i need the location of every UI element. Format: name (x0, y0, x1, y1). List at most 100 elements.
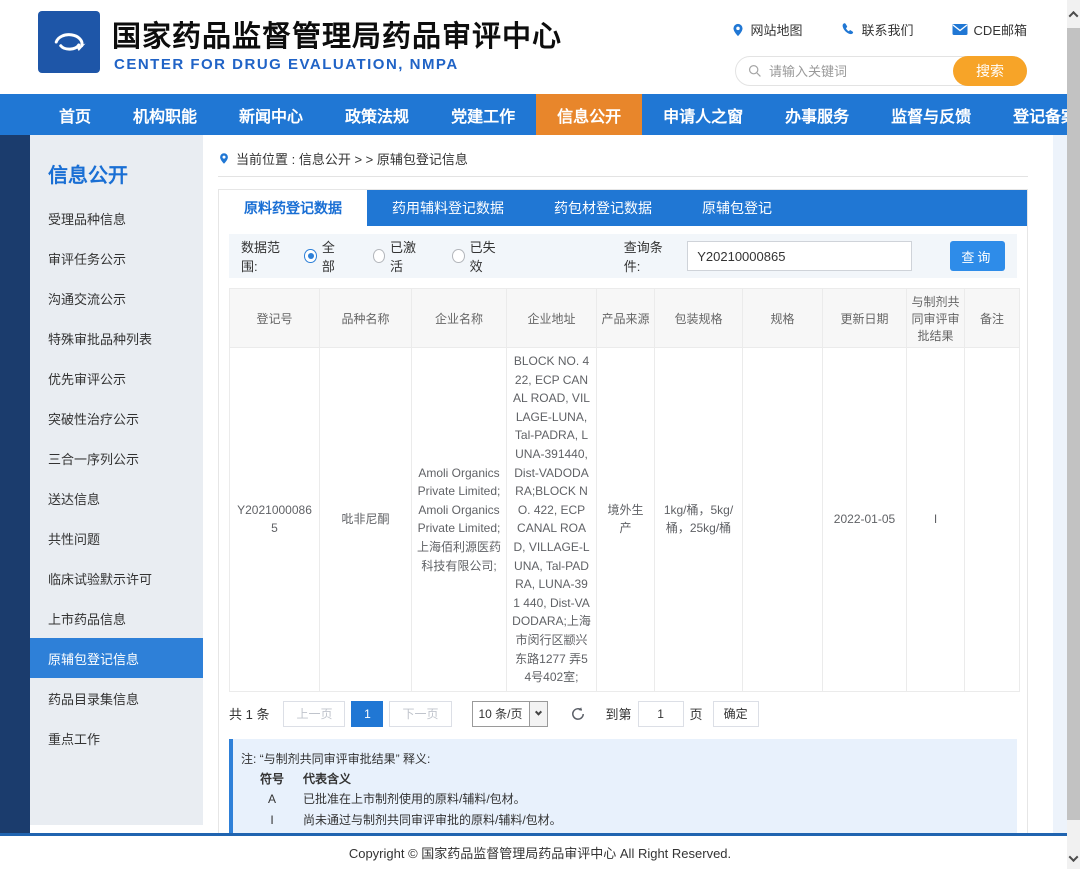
nav-item-supervision[interactable]: 监督与反馈 (870, 94, 992, 135)
sidebar-item-review-tasks[interactable]: 审评任务公示 (30, 238, 203, 278)
scroll-up-arrow[interactable] (1067, 6, 1080, 23)
goto-label: 到第 (606, 704, 632, 723)
registration-table: 登记号 品种名称 企业名称 企业地址 产品来源 包装规格 规格 更新日期 与制剂… (229, 288, 1020, 692)
col-product-source: 产品来源 (597, 289, 655, 348)
search-input[interactable] (769, 64, 949, 79)
swan-logo-icon (45, 18, 93, 66)
main-nav: 首页 机构职能 新闻中心 政策法规 党建工作 信息公开 申请人之窗 办事服务 监… (0, 94, 1067, 135)
sidebar-item-communication[interactable]: 沟通交流公示 (30, 278, 203, 318)
nav-item-news[interactable]: 新闻中心 (218, 94, 324, 135)
tab-api-registration[interactable]: 原料药登记数据 (219, 190, 367, 226)
radio-activated-label: 已激活 (390, 237, 424, 275)
col-joint-review-result: 与制剂共同审评审批结果 (907, 289, 965, 348)
main-region: 信息公开 受理品种信息 审评任务公示 沟通交流公示 特殊审批品种列表 优先审评公… (0, 135, 1067, 833)
query-input[interactable] (687, 241, 912, 271)
nav-item-party[interactable]: 党建工作 (430, 94, 536, 135)
nav-item-applicant[interactable]: 申请人之窗 (642, 94, 764, 135)
tab-raw-excipient-packaging[interactable]: 原辅包登记 (677, 190, 797, 226)
sidebar-item-accepted-products[interactable]: 受理品种信息 (30, 198, 203, 238)
site-header: 国家药品监督管理局药品审评中心 CENTER FOR DRUG EVALUATI… (0, 0, 1067, 94)
col-reg-no: 登记号 (230, 289, 320, 348)
col-product-name: 品种名称 (320, 289, 412, 348)
radio-all-label: 全部 (322, 237, 345, 275)
cell-remark (965, 348, 1020, 692)
tab-bar: 原料药登记数据 药用辅料登记数据 药包材登记数据 原辅包登记 (219, 190, 1027, 226)
cell-product-name: 吡非尼酮 (320, 348, 412, 692)
cell-reg-no: Y20210000865 (230, 348, 320, 692)
sidebar-item-delivery-info[interactable]: 送达信息 (30, 478, 203, 518)
sidebar-item-common-issues[interactable]: 共性问题 (30, 518, 203, 558)
scroll-down-arrow[interactable] (1067, 850, 1080, 867)
col-company-address: 企业地址 (507, 289, 597, 348)
sidebar-item-clinical-trial-license[interactable]: 临床试验默示许可 (30, 558, 203, 598)
page-number-1[interactable]: 1 (351, 701, 383, 727)
phone-icon (841, 22, 856, 37)
cell-package-spec: 1kg/桶，5kg/桶，25kg/桶 (655, 348, 743, 692)
breadcrumb-pin-icon (218, 151, 230, 166)
next-page-button[interactable]: 下一页 (389, 701, 451, 727)
sidebar-item-key-work[interactable]: 重点工作 (30, 718, 203, 758)
query-button[interactable]: 查询 (950, 241, 1005, 271)
cell-product-source: 境外生产 (597, 348, 655, 692)
right-background-strip (1053, 135, 1067, 833)
mailbox-label: CDE邮箱 (974, 20, 1027, 39)
sidebar-item-priority-review[interactable]: 优先审评公示 (30, 358, 203, 398)
cell-spec (743, 348, 823, 692)
cell-update-date: 2022-01-05 (823, 348, 907, 692)
radio-activated-icon (373, 249, 386, 263)
content-area: 当前位置 : 信息公开 > > 原辅包登记信息 原料药登记数据 药用辅料登记数据… (218, 135, 1028, 855)
refresh-icon[interactable] (570, 706, 586, 722)
confirm-button[interactable]: 确定 (713, 701, 759, 727)
copyright-text: Copyright © 国家药品监督管理局药品审评中心 All Right Re… (0, 836, 1080, 869)
page-size-select[interactable]: 10 条/页 (472, 701, 548, 727)
scope-label: 数据范围: (241, 237, 290, 275)
search-icon (748, 64, 762, 78)
sitemap-link[interactable]: 网站地图 (731, 20, 803, 39)
chevron-down-icon (1069, 852, 1079, 862)
breadcrumb: 当前位置 : 信息公开 > > 原辅包登记信息 (218, 135, 1028, 177)
sidebar-item-raw-excipient-packaging[interactable]: 原辅包登记信息 (30, 638, 203, 678)
note-symbol-i: I (255, 810, 289, 830)
page: 国家药品监督管理局药品审评中心 CENTER FOR DRUG EVALUATI… (0, 0, 1067, 869)
table-row: Y20210000865 吡非尼酮 Amoli Organics Private… (230, 348, 1020, 692)
radio-activated[interactable]: 已激活 (373, 237, 425, 275)
sidebar-item-marketed-drugs[interactable]: 上市药品信息 (30, 598, 203, 638)
sidebar-item-breakthrough-therapy[interactable]: 突破性治疗公示 (30, 398, 203, 438)
scrollbar-thumb[interactable] (1067, 28, 1080, 820)
cell-company-name: Amoli Organics Private Limited;Amoli Org… (412, 348, 507, 692)
note-line1: 注: “与制剂共同审评审批结果” 释义: (241, 749, 1005, 769)
tab-packaging-registration[interactable]: 药包材登记数据 (529, 190, 677, 226)
tab-excipient-registration[interactable]: 药用辅料登记数据 (367, 190, 529, 226)
contact-link[interactable]: 联系我们 (841, 20, 914, 39)
sidebar-item-special-approval[interactable]: 特殊审批品种列表 (30, 318, 203, 358)
search-button[interactable]: 搜索 (953, 56, 1027, 86)
radio-all[interactable]: 全部 (304, 237, 344, 275)
sidebar-title: 信息公开 (30, 135, 203, 198)
nav-item-services[interactable]: 办事服务 (764, 94, 870, 135)
nav-item-org[interactable]: 机构职能 (112, 94, 218, 135)
footer: Copyright © 国家药品监督管理局药品审评中心 All Right Re… (0, 833, 1080, 869)
col-update-date: 更新日期 (823, 289, 907, 348)
query-label: 查询条件: (624, 237, 673, 275)
sidebar-item-three-in-one[interactable]: 三合一序列公示 (30, 438, 203, 478)
radio-expired[interactable]: 已失效 (452, 237, 504, 275)
legend-note: 注: “与制剂共同审评审批结果” 释义: 符号 代表含义 A 已批准在上市制剂使… (229, 739, 1017, 843)
page-size-value: 10 条/页 (473, 705, 529, 722)
header-search: 搜索 (735, 56, 1027, 86)
note-symbol-a: A (255, 789, 289, 809)
total-count: 共 1 条 (229, 704, 269, 723)
radio-expired-label: 已失效 (470, 237, 504, 275)
goto-page-input[interactable] (638, 701, 684, 727)
col-remark: 备注 (965, 289, 1020, 348)
vertical-scrollbar[interactable] (1067, 0, 1080, 869)
prev-page-button[interactable]: 上一页 (283, 701, 345, 727)
nav-item-home[interactable]: 首页 (38, 94, 112, 135)
sidebar-item-drug-catalog[interactable]: 药品目录集信息 (30, 678, 203, 718)
mailbox-link[interactable]: CDE邮箱 (952, 20, 1027, 39)
radio-all-icon (304, 249, 316, 263)
note-meaning-col: 代表含义 (303, 769, 1005, 789)
pagination: 共 1 条 上一页 1 下一页 10 条/页 (229, 701, 1017, 727)
nav-item-info-disclosure[interactable]: 信息公开 (536, 94, 642, 135)
nav-item-policy[interactable]: 政策法规 (324, 94, 430, 135)
cde-logo (38, 11, 100, 73)
